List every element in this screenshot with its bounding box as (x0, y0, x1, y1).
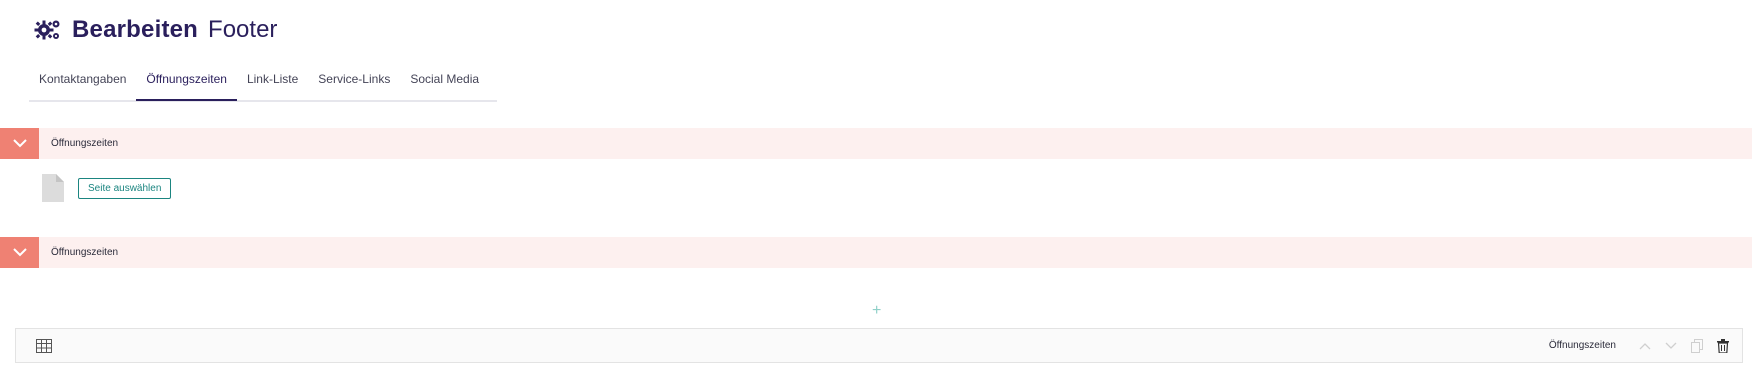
page-select-row: Seite auswählen (42, 174, 172, 202)
table-icon[interactable] (36, 338, 52, 353)
add-block-button[interactable]: + (872, 302, 881, 320)
section-header-1: Öffnungszeiten (0, 128, 1752, 159)
tab-kontaktangaben[interactable]: Kontaktangaben (29, 64, 136, 99)
tab-bar: Kontaktangaben Öffnungszeiten Link-Liste… (29, 64, 497, 102)
page-title-action: Bearbeiten (72, 16, 199, 43)
arrow-down-icon[interactable] (1662, 337, 1680, 355)
section-toggle-button[interactable] (0, 237, 39, 268)
gears-icon (34, 16, 62, 44)
page-title-entity: Footer (208, 16, 278, 43)
file-icon (42, 174, 64, 202)
tab-service-links[interactable]: Service-Links (308, 64, 400, 99)
tab-link-liste[interactable]: Link-Liste (237, 64, 308, 99)
block-toolbar: Öffnungszeiten (15, 328, 1743, 363)
chevron-down-icon (12, 135, 27, 153)
trash-icon[interactable] (1714, 337, 1732, 355)
page-header: Bearbeiten Footer (34, 12, 277, 48)
tab-oeffnungszeiten[interactable]: Öffnungszeiten (136, 64, 237, 101)
copy-icon[interactable] (1688, 337, 1706, 355)
section-toggle-button[interactable] (0, 128, 39, 159)
block-type-label: Öffnungszeiten (1548, 340, 1616, 351)
arrow-up-icon[interactable] (1636, 337, 1654, 355)
chevron-down-icon (12, 244, 27, 262)
toolbar-actions: Öffnungszeiten (1549, 337, 1732, 355)
tab-social-media[interactable]: Social Media (400, 64, 489, 99)
section-header-2: Öffnungszeiten (0, 237, 1752, 268)
section-label: Öffnungszeiten (51, 247, 119, 258)
select-page-button[interactable]: Seite auswählen (78, 177, 172, 199)
section-label: Öffnungszeiten (51, 138, 119, 149)
